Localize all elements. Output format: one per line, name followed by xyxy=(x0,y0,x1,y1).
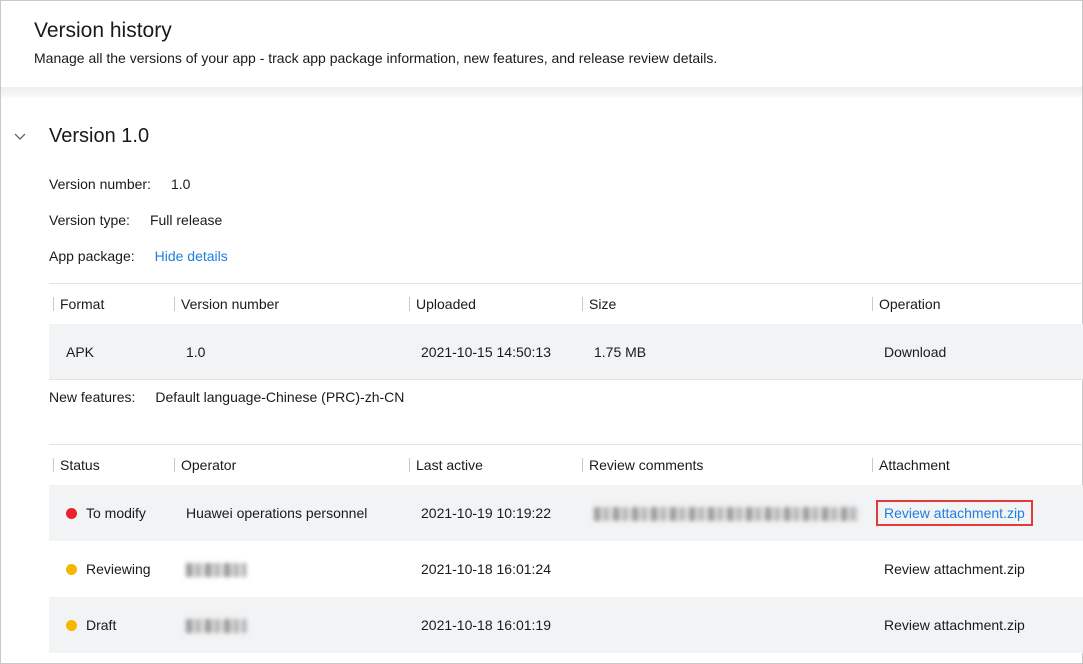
cell-size: 1.75 MB xyxy=(594,344,647,360)
table-row: APK 1.0 2021-10-15 14:50:13 1.75 MB Down… xyxy=(49,324,1083,380)
page-title: Version history xyxy=(34,19,172,42)
status-dot-icon xyxy=(66,564,77,575)
row-divider xyxy=(49,379,1083,380)
app-package-row: App package: Hide details xyxy=(49,248,228,264)
review-comments-redacted xyxy=(594,485,859,541)
review-table-header: Status Operator Last active Review comme… xyxy=(49,444,1083,485)
app-package-label: App package: xyxy=(49,248,135,264)
col-operator: Operator xyxy=(174,445,236,485)
new-features-value: Default language-Chinese (PRC)-zh-CN xyxy=(155,389,405,405)
version-number-value: 1.0 xyxy=(170,176,191,192)
col-size: Size xyxy=(582,284,616,324)
col-last-active: Last active xyxy=(409,445,483,485)
review-table: Status Operator Last active Review comme… xyxy=(49,444,1083,653)
download-link[interactable]: Download xyxy=(884,324,946,380)
version-type-value: Full release xyxy=(149,212,223,228)
cell-uploaded: 2021-10-15 14:50:13 xyxy=(421,344,551,360)
page-header: Version history Manage all the versions … xyxy=(1,1,1082,87)
cell-format: APK xyxy=(66,344,95,360)
section-divider xyxy=(1,87,1082,98)
last-active-cell: 2021-10-18 16:01:19 xyxy=(421,617,551,633)
package-table-header: Format Version number Uploaded Size Oper… xyxy=(49,283,1083,324)
version-type-label: Version type: xyxy=(49,212,130,228)
attachment-cell: Review attachment.zip xyxy=(876,485,1033,541)
col-uploaded: Uploaded xyxy=(409,284,476,324)
last-active-cell: 2021-10-18 16:01:24 xyxy=(421,561,551,577)
review-attachment-link[interactable]: Review attachment.zip xyxy=(876,500,1033,526)
col-review-comments: Review comments xyxy=(582,445,703,485)
status-cell: Draft xyxy=(66,597,116,653)
version-number-row: Version number: 1.0 xyxy=(49,176,190,192)
operator-redacted xyxy=(186,597,246,653)
operator-cell: Huawei operations personnel xyxy=(186,505,368,521)
page-subtitle: Manage all the versions of your app - tr… xyxy=(34,50,718,66)
last-active-cell: 2021-10-19 10:19:22 xyxy=(421,505,551,521)
col-format: Format xyxy=(53,284,104,324)
hide-details-link[interactable]: Hide details xyxy=(155,248,228,264)
col-status: Status xyxy=(53,445,100,485)
version-title: Version 1.0 xyxy=(49,125,150,147)
new-features-label: New features: xyxy=(49,389,136,405)
cell-version: 1.0 xyxy=(186,344,206,360)
version-number-label: Version number: xyxy=(49,176,151,192)
table-row: Draft 2021-10-18 16:01:19 Review attachm… xyxy=(49,597,1083,653)
version-type-row: Version type: Full release xyxy=(49,212,222,228)
col-operation: Operation xyxy=(872,284,940,324)
new-features-row: New features: Default language-Chinese (P… xyxy=(49,389,404,405)
status-cell: Reviewing xyxy=(66,541,151,597)
status-cell: To modify xyxy=(66,485,146,541)
table-row: To modify Huawei operations personnel 20… xyxy=(49,485,1083,541)
status-dot-icon xyxy=(66,620,77,631)
review-attachment-link[interactable]: Review attachment.zip xyxy=(884,541,1025,597)
chevron-down-icon[interactable] xyxy=(14,132,26,142)
operator-redacted xyxy=(186,541,246,597)
table-row: Reviewing 2021-10-18 16:01:24 Review att… xyxy=(49,541,1083,597)
col-attachment: Attachment xyxy=(872,445,950,485)
review-attachment-link[interactable]: Review attachment.zip xyxy=(884,597,1025,653)
status-dot-icon xyxy=(66,508,77,519)
col-version-number: Version number xyxy=(174,284,279,324)
package-table: Format Version number Uploaded Size Oper… xyxy=(49,283,1083,380)
